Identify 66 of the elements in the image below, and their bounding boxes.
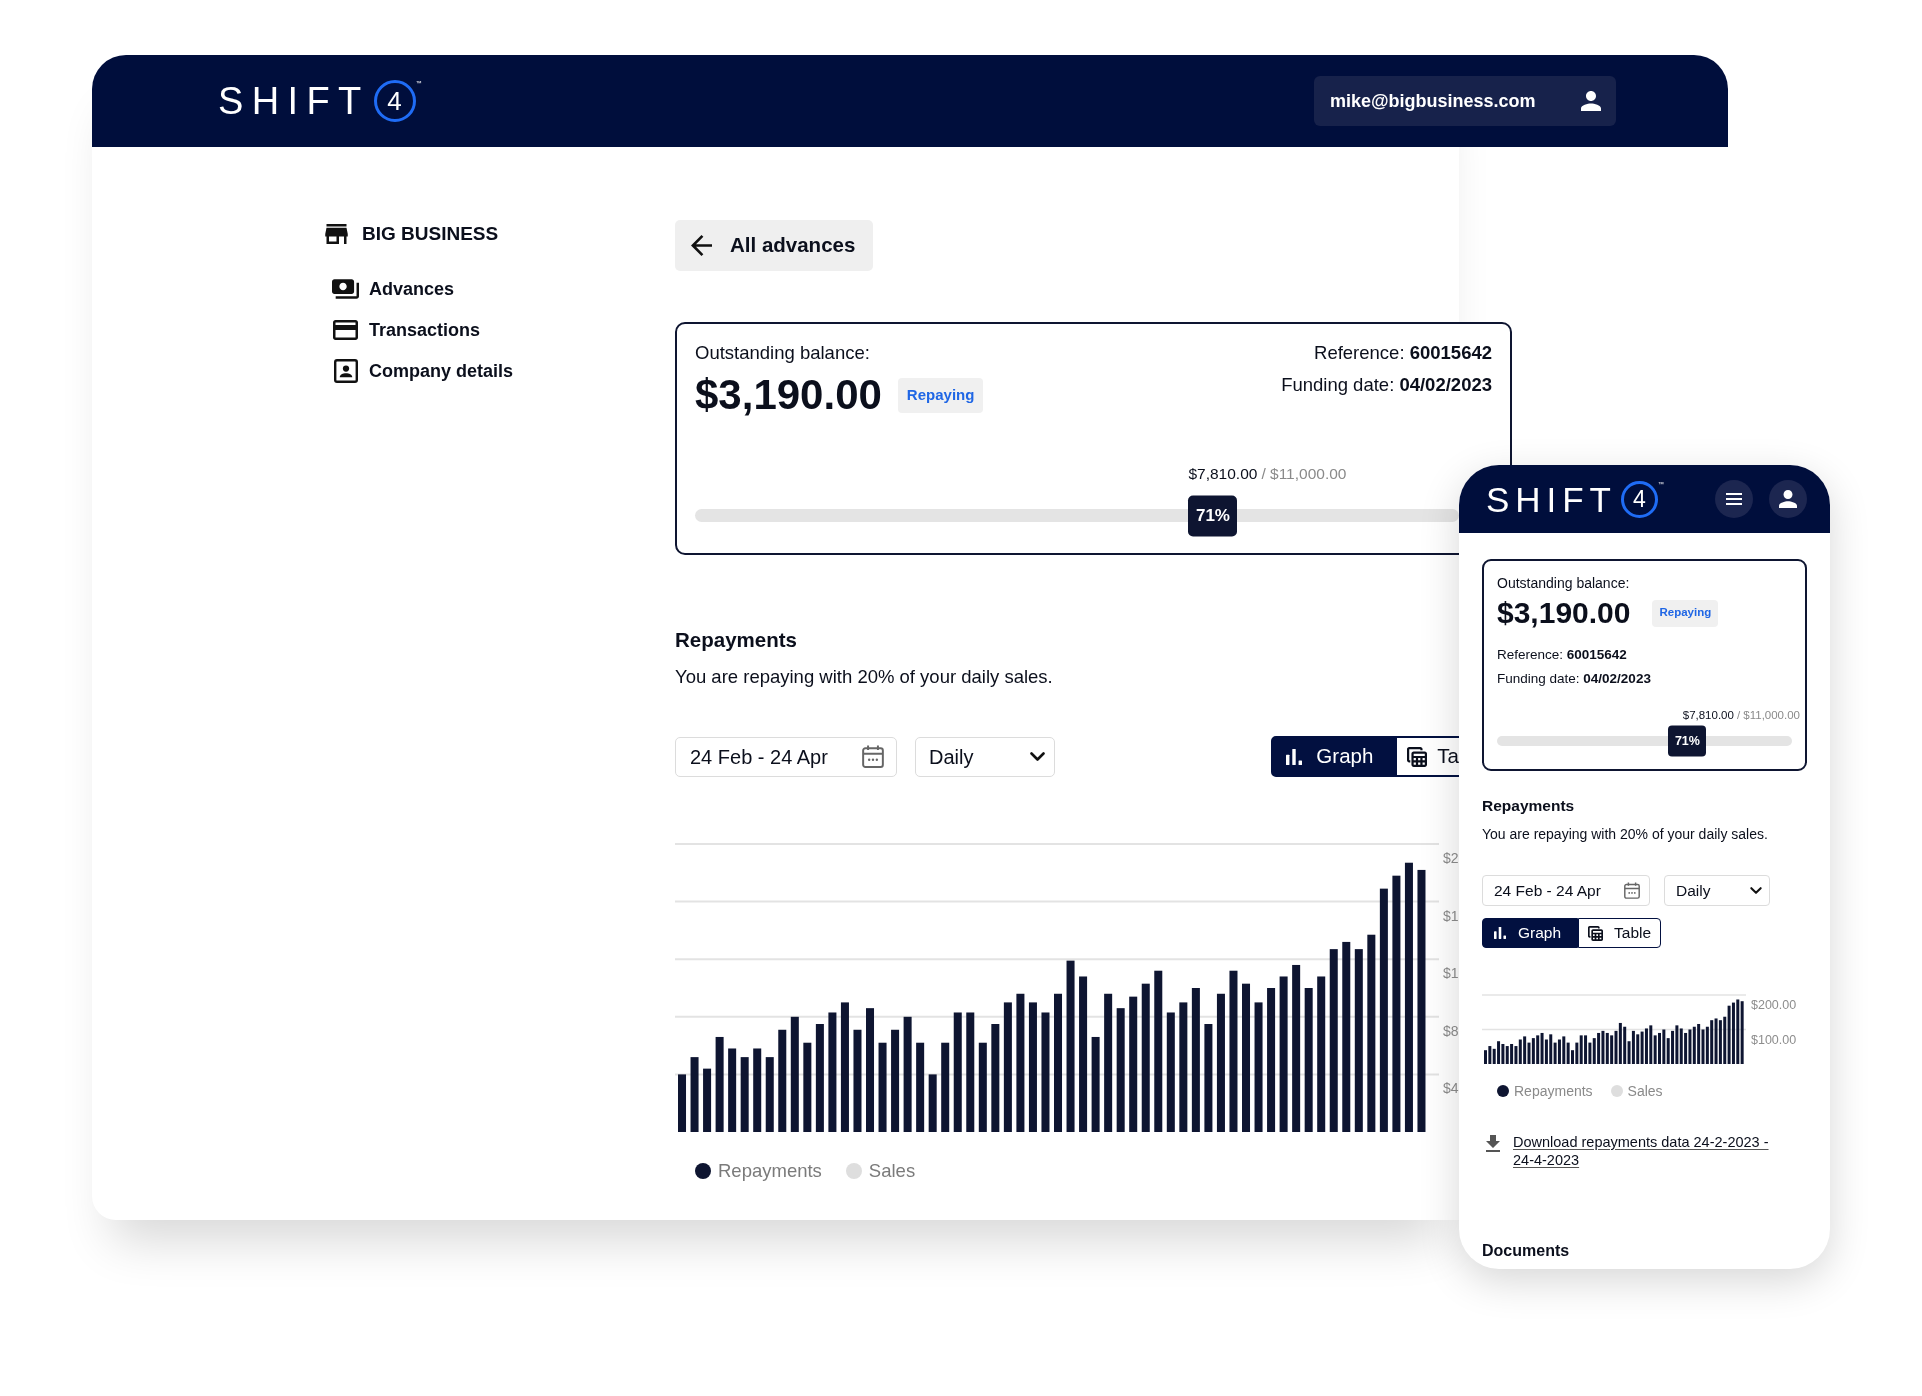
- funding-date-text: Funding date: 04/02/2023: [1281, 373, 1492, 397]
- credit-card-icon: [333, 320, 358, 340]
- description-text: You are repaying with 20% of your daily sales.: [675, 665, 1053, 689]
- date-range-field[interactable]: 24 Feb - 24 Apr: [1482, 875, 1650, 906]
- calculator-icon: [1588, 925, 1604, 941]
- view-tab[interactable]: Graph: [1482, 918, 1579, 948]
- description-text: You are repaying with 20% of your daily sales.: [1482, 825, 1769, 844]
- section-title: Repayments: [675, 627, 798, 653]
- interval-select[interactable]: Daily: [915, 736, 1055, 777]
- balance-amount: $3,190.00: [1497, 595, 1631, 631]
- balance-label: Outstanding balance:: [695, 341, 871, 365]
- business-name: BIG BUSINESS: [362, 222, 499, 246]
- legend-label: Repayments: [1514, 1082, 1593, 1101]
- user-icon: [1581, 91, 1601, 111]
- download-icon: [1486, 1135, 1500, 1152]
- download-link[interactable]: Download repayments data 24-2-2023 - 24-4-2023: [1513, 1133, 1775, 1169]
- axis-label: $4: [1443, 1080, 1459, 1097]
- axis-label: $8: [1443, 1022, 1459, 1039]
- reference-text: Reference: 60015642: [1497, 646, 1627, 664]
- funding-date-text: Funding date: 04/02/2023: [1497, 670, 1651, 688]
- arrow-left-icon: [691, 235, 712, 256]
- axis-label: $1: [1443, 965, 1459, 982]
- calendar-icon: [862, 745, 884, 768]
- chevron-down-icon: [1750, 887, 1762, 894]
- menu-icon: [1726, 493, 1742, 505]
- progress-marker: 71%: [1668, 725, 1707, 756]
- status-badge: Repaying: [897, 377, 984, 413]
- nav-item[interactable]: Company details: [332, 354, 514, 388]
- contact-card-icon: [333, 359, 358, 383]
- account-button[interactable]: mike@bigbusiness.com: [1314, 76, 1616, 126]
- legend-label: Sales: [1627, 1082, 1663, 1101]
- view-tab[interactable]: Ta: [1395, 736, 1459, 777]
- user-icon: [1779, 490, 1797, 508]
- banknote-icon: [332, 279, 359, 299]
- chevron-down-icon: [1030, 752, 1045, 761]
- total-amount: / $11,000.00: [1261, 464, 1347, 484]
- user-button[interactable]: [1769, 480, 1807, 518]
- axis-label: $1: [1443, 907, 1459, 924]
- axis-label: $2: [1443, 850, 1459, 866]
- paid-amount: $7,810.00: [1682, 708, 1734, 723]
- legend-label: Repayments: [718, 1159, 822, 1183]
- nav-item[interactable]: Advances: [332, 272, 455, 306]
- store-icon: [325, 224, 348, 244]
- section-title: Repayments: [1482, 796, 1576, 816]
- back-button[interactable]: All advances: [675, 220, 873, 271]
- balance-label: Outstanding balance:: [1497, 574, 1631, 593]
- paid-amount: $7,810.00: [1188, 464, 1258, 484]
- status-badge: Repaying: [1652, 599, 1719, 627]
- view-tab[interactable]: Table: [1578, 918, 1662, 948]
- date-range-field[interactable]: 24 Feb - 24 Apr: [675, 736, 897, 777]
- calculator-icon: [1407, 746, 1428, 767]
- menu-button[interactable]: [1715, 480, 1753, 518]
- axis-label: $200.00: [1751, 998, 1797, 1012]
- section-title: Documents: [1482, 1241, 1571, 1261]
- bar-chart-icon: [1286, 748, 1303, 765]
- bar-chart-icon: [1494, 927, 1506, 939]
- balance-amount: $3,190.00: [695, 371, 882, 419]
- view-tab[interactable]: Graph: [1271, 736, 1396, 777]
- calendar-icon: [1624, 882, 1640, 899]
- nav-item[interactable]: Transactions: [332, 313, 481, 347]
- interval-select[interactable]: Daily: [1664, 875, 1770, 906]
- progress-marker: 71%: [1188, 495, 1238, 536]
- reference-text: Reference: 60015642: [1314, 341, 1492, 365]
- axis-label: $100.00: [1751, 1032, 1797, 1047]
- total-amount: / $11,000.00: [1736, 708, 1800, 723]
- legend-label: Sales: [868, 1159, 916, 1183]
